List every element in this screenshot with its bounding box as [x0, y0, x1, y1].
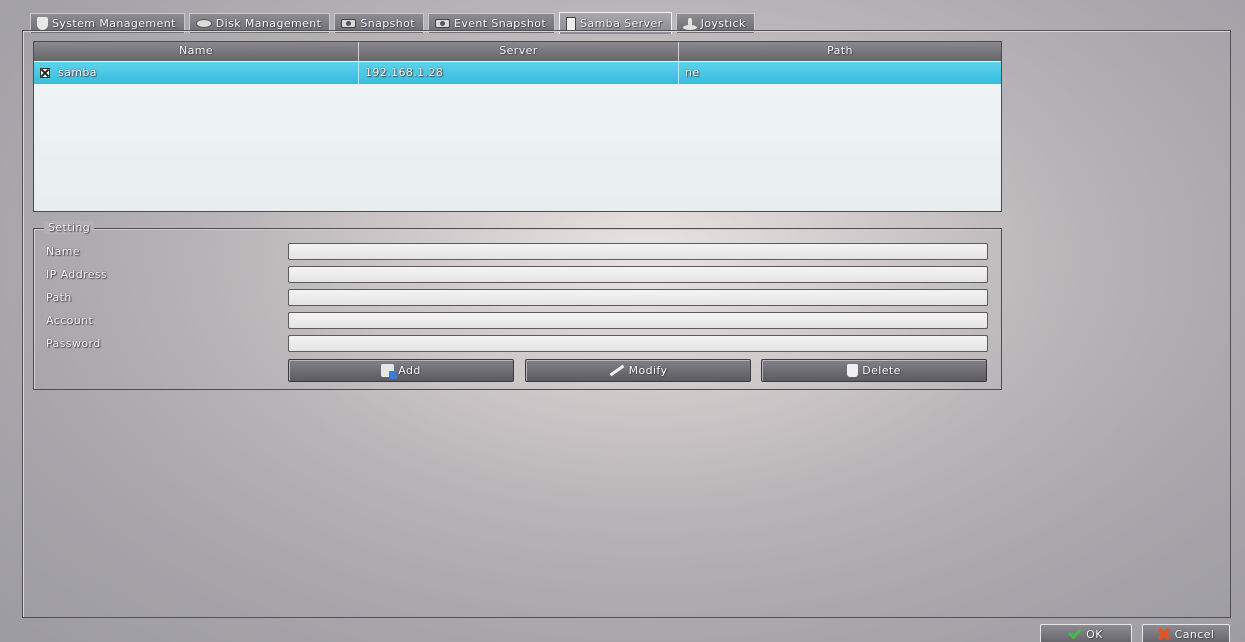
delete-button[interactable]: Delete	[761, 359, 987, 382]
ok-button-label: OK	[1086, 627, 1103, 641]
camera-icon	[435, 19, 450, 28]
tab-label: Event Snapshot	[454, 17, 547, 30]
password-field[interactable]	[288, 335, 988, 352]
pencil-icon	[609, 364, 624, 377]
trash-icon	[847, 364, 859, 377]
column-header-name[interactable]: Name	[34, 42, 359, 61]
tab-label: Snapshot	[360, 17, 415, 30]
shield-icon	[37, 17, 48, 30]
column-header-server[interactable]: Server	[359, 42, 679, 61]
disk-icon	[195, 19, 212, 28]
tab-label: Disk Management	[215, 17, 322, 30]
cancel-button[interactable]: Cancel	[1142, 624, 1230, 642]
row-server-text: 192.168.1.28	[365, 66, 444, 79]
tab-label: System Management	[52, 17, 176, 30]
samba-server-table: Name Server Path samba 192.168.1.28 ne	[33, 41, 1002, 212]
table-row[interactable]: samba 192.168.1.28 ne	[34, 62, 1001, 84]
modify-button[interactable]: Modify	[525, 359, 751, 382]
camera-icon	[341, 19, 357, 28]
add-button-label: Add	[398, 364, 421, 377]
setting-group: Setting Name IP Address Path Account Pas…	[33, 221, 1002, 390]
cell-server: 192.168.1.28	[359, 62, 679, 84]
name-label: Name	[46, 245, 81, 258]
cell-name: samba	[34, 62, 359, 84]
check-icon	[1068, 625, 1082, 640]
setting-legend: Setting	[44, 221, 95, 234]
ip-address-field[interactable]	[288, 266, 988, 283]
ok-button[interactable]: OK	[1040, 624, 1132, 642]
name-field[interactable]	[288, 243, 988, 260]
cancel-button-label: Cancel	[1174, 627, 1215, 641]
joystick-icon	[682, 17, 697, 30]
server-icon	[566, 16, 577, 31]
row-path-text: ne	[685, 66, 700, 79]
add-icon	[381, 364, 398, 379]
add-button[interactable]: Add	[288, 359, 514, 382]
row-name-text: samba	[58, 66, 97, 79]
delete-button-label: Delete	[862, 364, 901, 377]
password-label: Password	[46, 337, 101, 350]
tab-label: Samba Server	[580, 17, 663, 30]
close-icon	[1158, 628, 1170, 640]
account-label: Account	[46, 314, 94, 327]
table-header: Name Server Path	[34, 42, 1001, 61]
tab-label: Joystick	[700, 17, 746, 30]
column-header-path[interactable]: Path	[679, 42, 1001, 61]
path-label: Path	[46, 291, 72, 304]
cell-path: ne	[679, 62, 1001, 84]
modify-button-label: Modify	[628, 364, 668, 377]
row-checkbox[interactable]	[40, 68, 50, 78]
path-field[interactable]	[288, 289, 988, 306]
account-field[interactable]	[288, 312, 988, 329]
ip-address-label: IP Address	[46, 268, 108, 281]
